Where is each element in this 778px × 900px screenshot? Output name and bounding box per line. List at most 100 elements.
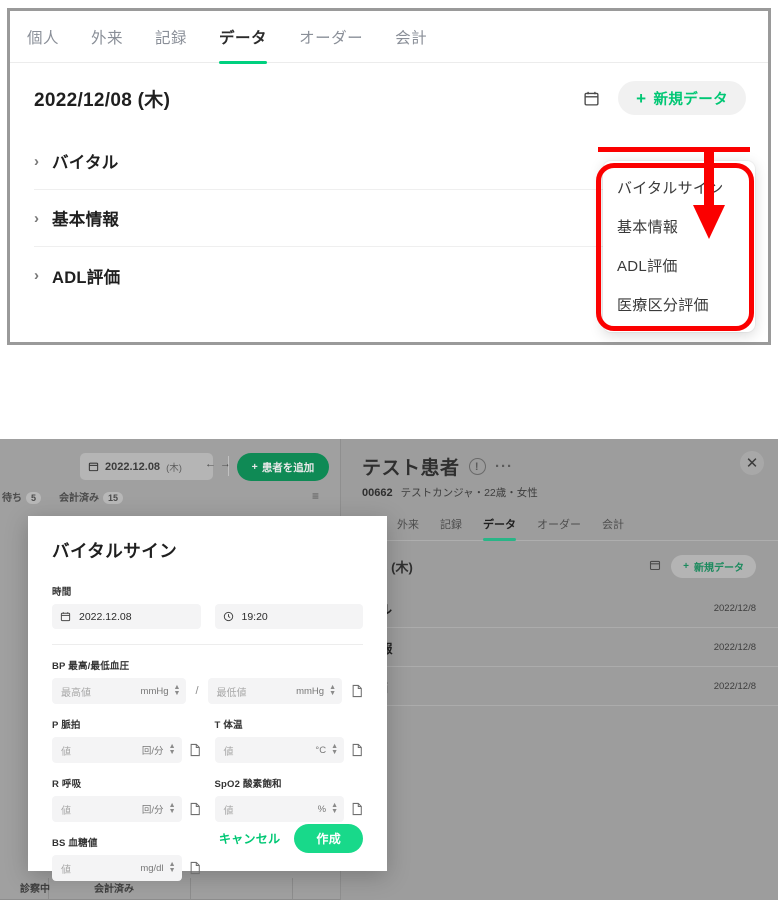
stepper-icon[interactable]: ▲ ▼ xyxy=(331,743,338,756)
more-dots-icon[interactable]: ··· xyxy=(495,458,514,475)
tab-kiroku[interactable]: 記録 xyxy=(155,11,202,63)
tab-kaikei[interactable]: 会計 xyxy=(395,11,442,63)
tab-data[interactable]: データ xyxy=(219,11,282,64)
temperature-input[interactable]: 値 °C ▲ ▼ xyxy=(214,737,344,763)
background-date-picker[interactable]: 2022.12.08 (木) xyxy=(80,453,213,480)
patient-meta-row: 00662 テストカンジャ・22歳・女性 xyxy=(362,485,538,500)
respiration-field: R 呼吸 値 回/分 ▲ ▼ xyxy=(52,776,201,822)
plus-icon: + xyxy=(251,461,258,473)
patient-tab-order[interactable]: オーダー xyxy=(537,507,581,541)
new-data-button[interactable]: + 新規データ xyxy=(618,81,746,115)
footer-cell: 会計済み xyxy=(94,883,134,895)
bloodsugar-input[interactable]: 値 mg/dl ▲ ▼ xyxy=(52,855,182,881)
background-date-value: 2022.12.08 xyxy=(105,460,161,473)
stepper-icon[interactable]: ▲ ▼ xyxy=(169,743,176,756)
spo2-label: SpO2 酸素飽和 xyxy=(214,779,282,790)
time-input-value: 19:20 xyxy=(241,610,268,623)
spo2-input[interactable]: 値 % ▲ ▼ xyxy=(214,796,344,822)
background-date-nav[interactable]: ←→ xyxy=(205,458,235,470)
time-input[interactable]: 19:20 xyxy=(214,604,363,629)
bp-unit: mmHg xyxy=(296,685,325,697)
top-tabbar: 個人 外来 記録 データ オーダー 会計 xyxy=(10,11,768,64)
bp-systolic-input[interactable]: 最高値 mmHg ▲ ▼ xyxy=(52,678,187,704)
tab-kojin[interactable]: 個人 xyxy=(27,11,74,63)
footer-cell: 診察中 xyxy=(20,883,50,895)
temperature-field: T 体温 値 °C ▲ ▼ xyxy=(214,717,364,763)
pulse-temp-row: P 脈拍 値 回/分 ▲ ▼ T 体温 値 °C ▲ ▼ xyxy=(52,717,363,763)
top-panel: 個人 外来 記録 データ オーダー 会計 2022/12/08 (木) + 新規… xyxy=(7,8,771,345)
screenshot-root: 個人 外来 記録 データ オーダー 会計 2022/12/08 (木) + 新規… xyxy=(0,0,778,900)
row-date: 2022/12/8 xyxy=(713,602,756,614)
close-icon[interactable]: ✕ xyxy=(740,451,764,475)
pulse-unit: 回/分 xyxy=(141,746,164,757)
patient-tab-gairai[interactable]: 外来 xyxy=(397,507,419,541)
bp-diastolic-input[interactable]: 最低値 mmHg ▲ ▼ xyxy=(207,678,342,704)
add-patient-label: 患者を追加 xyxy=(261,461,315,474)
note-icon[interactable] xyxy=(189,861,201,875)
toolbar-divider xyxy=(228,456,229,476)
patient-new-data-label: 新規データ xyxy=(694,562,744,574)
bp-unit: mmHg xyxy=(140,685,169,697)
table-row[interactable]: イタル 2022/12/8 xyxy=(341,589,778,628)
patient-tab-kiroku[interactable]: 記録 xyxy=(440,507,462,541)
dropdown-item-basic-info[interactable]: 基本情報 xyxy=(603,207,755,246)
bottom-panel: 2022.12.08 (木) ←→ + 患者を追加 待ち 5 会計済み 15 ≡ 診… xyxy=(0,439,778,900)
create-button[interactable]: 作成 xyxy=(294,824,363,853)
bloodsugar-label: BS 血糖値 xyxy=(52,838,98,849)
divider xyxy=(52,644,363,645)
dropdown-item-adl[interactable]: ADL評価 xyxy=(603,246,755,285)
bp-field-label: BP 最高/最低血圧 xyxy=(52,661,130,672)
tab-gairai[interactable]: 外来 xyxy=(91,11,138,63)
stepper-icon[interactable]: ▲ ▼ xyxy=(329,684,336,697)
add-patient-button[interactable]: + 患者を追加 xyxy=(237,453,329,481)
pulse-input[interactable]: 値 回/分 ▲ ▼ xyxy=(52,737,182,763)
accordion-title: 基本情報 xyxy=(52,211,120,229)
prev-day-icon[interactable]: ← xyxy=(205,458,220,470)
hamburger-icon[interactable]: ≡ xyxy=(312,489,319,503)
note-icon[interactable] xyxy=(351,802,363,816)
respiration-input[interactable]: 値 回/分 ▲ ▼ xyxy=(52,796,182,822)
row-date: 2022/12/8 xyxy=(713,641,756,653)
stepper-icon[interactable]: ▲ ▼ xyxy=(331,802,338,815)
sub-tab-settled[interactable]: 会計済み 15 xyxy=(59,489,124,504)
patient-tab-data[interactable]: データ xyxy=(483,507,516,541)
calendar-icon[interactable] xyxy=(578,85,604,111)
sub-tab-label: 待ち xyxy=(2,492,22,504)
table-row[interactable]: 本情報 2022/12/8 xyxy=(341,628,778,667)
note-icon[interactable] xyxy=(351,684,363,698)
modal-title: バイタルサイン xyxy=(52,541,178,561)
chevron-right-icon: › xyxy=(34,267,39,284)
cancel-button[interactable]: キャンセル xyxy=(219,830,281,847)
time-field-label: 時間 xyxy=(52,587,72,598)
patient-data-rows: イタル 2022/12/8 本情報 2022/12/8 L評価 2022/12/… xyxy=(341,589,778,706)
bp-systolic-group: 最高値 mmHg ▲ ▼ xyxy=(52,678,187,704)
table-row[interactable]: L評価 2022/12/8 xyxy=(341,667,778,706)
bp-diastolic-group: 最低値 mmHg ▲ ▼ xyxy=(207,678,342,704)
alert-badge-icon[interactable]: ! xyxy=(468,458,486,475)
date-input[interactable]: 2022.12.08 xyxy=(52,604,201,629)
respiration-unit: 回/分 xyxy=(141,805,164,816)
tab-order[interactable]: オーダー xyxy=(299,11,378,63)
dropdown-item-medical-category[interactable]: 医療区分評価 xyxy=(603,285,755,324)
patient-new-data-button[interactable]: + 新規データ xyxy=(671,554,756,578)
note-icon[interactable] xyxy=(351,743,363,757)
patient-tab-kaikei[interactable]: 会計 xyxy=(602,507,624,541)
calendar-icon[interactable] xyxy=(649,559,661,574)
stepper-icon[interactable]: ▲ ▼ xyxy=(174,684,181,697)
plus-icon: + xyxy=(683,560,689,572)
sub-tab-waiting[interactable]: 待ち 5 xyxy=(2,489,42,504)
bp-diastolic-placeholder: 最低値 xyxy=(216,687,247,699)
stepper-icon[interactable]: ▲ ▼ xyxy=(169,802,176,815)
note-icon[interactable] xyxy=(189,802,201,816)
dropdown-item-vital-sign[interactable]: バイタルサイン xyxy=(603,168,755,207)
date-header-row: 2022/12/08 (木) + 新規データ xyxy=(10,63,768,133)
note-icon[interactable] xyxy=(189,743,201,757)
row-date: 2022/12/8 xyxy=(713,680,756,692)
patient-date-row: 12/08 (木) + 新規データ xyxy=(341,549,778,583)
patient-tabbar: 外来 記録 データ オーダー 会計 xyxy=(341,507,778,541)
sub-tab-label: 会計済み xyxy=(59,492,100,504)
spo2-unit: % xyxy=(317,803,327,815)
new-data-dropdown-menu[interactable]: バイタルサイン 基本情報 ADL評価 医療区分評価 xyxy=(603,161,755,332)
stepper-icon[interactable]: ▲ ▼ xyxy=(169,861,176,874)
sub-tab-count: 5 xyxy=(26,491,42,504)
